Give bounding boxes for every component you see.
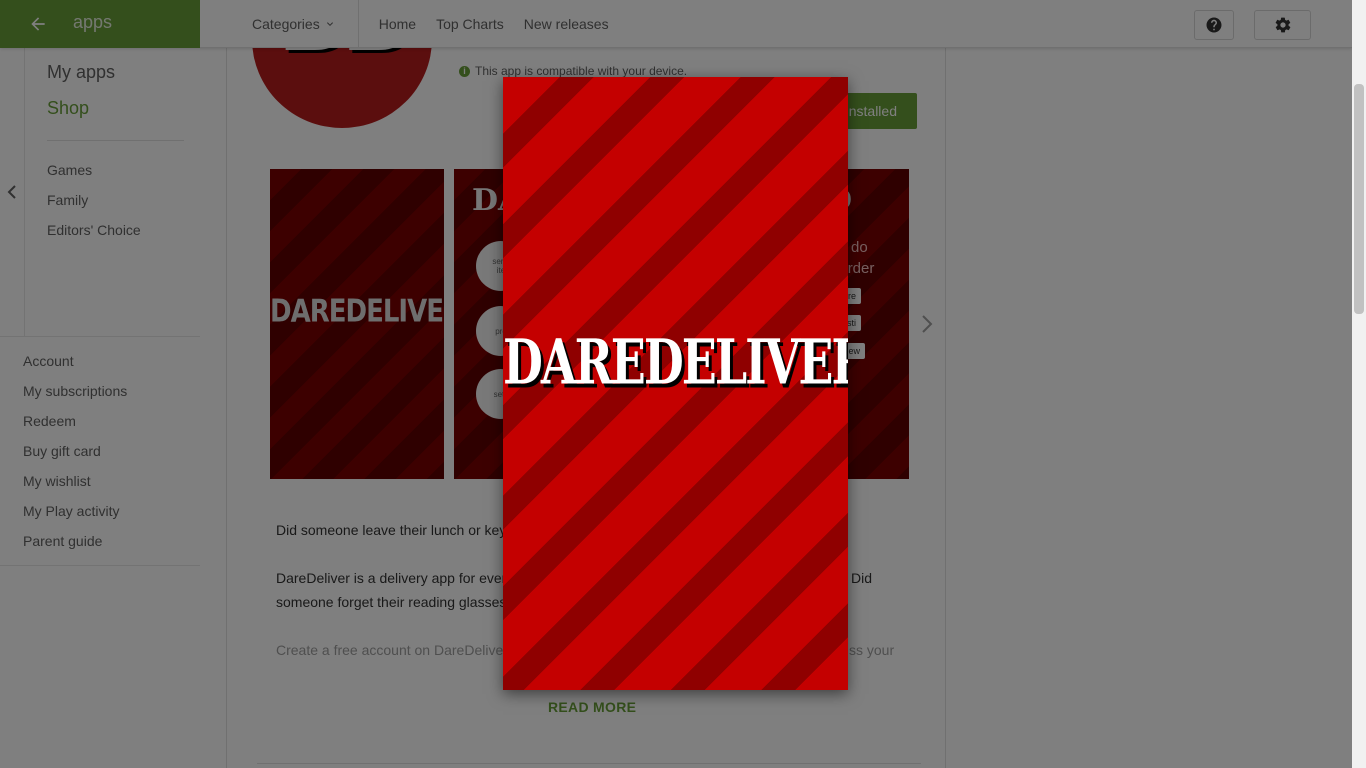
lightbox-logo: DAREDELIVER [503,325,848,399]
page-scrollbar[interactable] [1352,0,1366,768]
screenshot-lightbox[interactable]: DAREDELIVER [503,77,848,690]
scrollbar-thumb[interactable] [1354,84,1364,314]
